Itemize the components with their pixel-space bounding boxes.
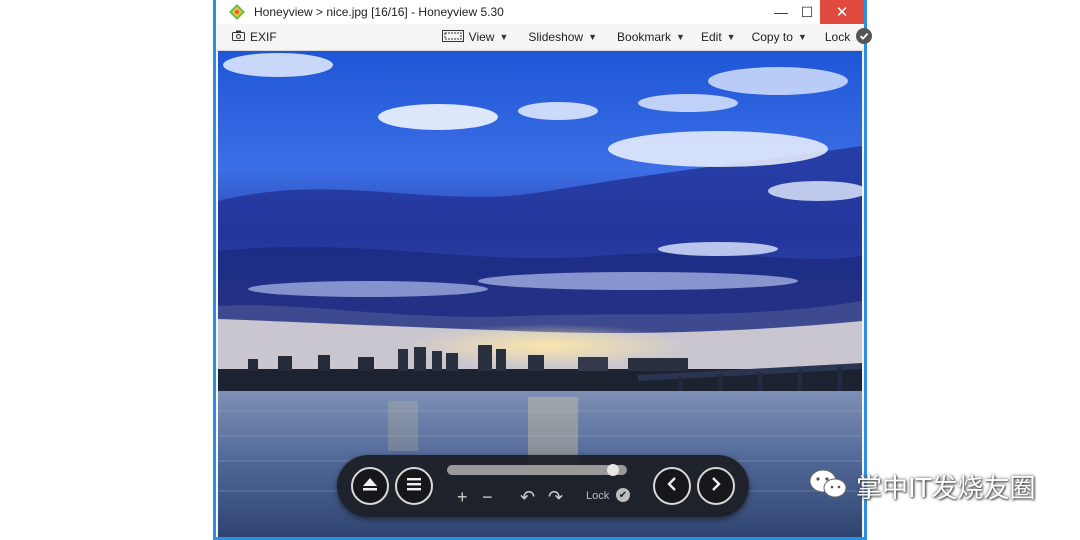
eject-icon (361, 476, 379, 497)
exif-button[interactable]: EXIF (232, 30, 277, 44)
honeyview-window: Honeyview > nice.jpg [16/16] - Honeyview… (213, 0, 873, 540)
copy-to-menu[interactable]: Copy to ▼ (752, 30, 807, 44)
rotate-right-button[interactable]: ↷ (548, 485, 563, 509)
caret-down-icon: ▼ (588, 32, 598, 42)
watermark-text: 掌中IT发烧友圈 (856, 474, 1036, 504)
zoom-out-button[interactable]: − (482, 485, 493, 509)
checkmark-icon (856, 27, 873, 47)
edit-menu[interactable]: Edit ▼ (701, 30, 736, 44)
wechat-logo-icon (808, 468, 848, 505)
lock-toggle[interactable]: Lock (824, 27, 873, 47)
caret-down-icon: ▼ (726, 32, 736, 42)
caret-down-icon: ▼ (676, 32, 685, 42)
title-bar[interactable]: Honeyview > nice.jpg [16/16] - Honeyview… (216, 0, 864, 24)
image-position-slider[interactable] (447, 464, 627, 476)
view-label: View (468, 30, 495, 44)
next-image-button[interactable] (697, 467, 735, 505)
exif-label: EXIF (250, 30, 277, 44)
slideshow-menu[interactable]: Slideshow ▼ (528, 30, 597, 44)
frame-icon (441, 29, 464, 45)
checkmark-icon: ✔ (616, 488, 630, 502)
eject-button[interactable] (351, 467, 389, 505)
bookmark-menu[interactable]: Bookmark ▼ (617, 30, 685, 44)
maximize-button[interactable]: ☐ (794, 0, 820, 24)
copy-to-label: Copy to (751, 30, 793, 44)
close-button[interactable]: ✕ (820, 0, 864, 24)
chevron-right-icon (709, 476, 723, 497)
slideshow-label: Slideshow (528, 30, 584, 44)
caret-down-icon: ▼ (499, 32, 509, 42)
edit-label: Edit (700, 30, 722, 44)
caret-down-icon: ▼ (797, 32, 807, 42)
window-title: Honeyview > nice.jpg [16/16] - Honeyview… (254, 5, 504, 19)
minimize-button[interactable]: — (768, 0, 794, 24)
wechat-watermark: 掌中IT发烧友圈 (808, 468, 1036, 505)
camera-icon (232, 30, 245, 44)
slider-knob[interactable] (606, 464, 619, 476)
lock-label: Lock (824, 30, 851, 44)
honeyview-app-icon (228, 3, 246, 21)
zoom-in-button[interactable]: + (457, 485, 468, 509)
rotate-left-button[interactable]: ↶ (520, 485, 535, 509)
previous-image-button[interactable] (653, 467, 691, 505)
toolbar: EXIF View ▼ Slideshow ▼ Bookmark ▼ Edit … (216, 24, 873, 51)
menu-button[interactable] (395, 467, 433, 505)
view-menu[interactable]: View ▼ (441, 29, 509, 45)
bookmark-label: Bookmark (617, 30, 672, 44)
menu-icon (405, 476, 423, 497)
lock-toggle-label[interactable]: Lock (586, 490, 609, 502)
floating-control-bar: + − ↶ ↷ Lock ✔ (337, 455, 749, 517)
chevron-left-icon (665, 476, 679, 497)
image-viewer[interactable]: + − ↶ ↷ Lock ✔ (218, 51, 862, 537)
